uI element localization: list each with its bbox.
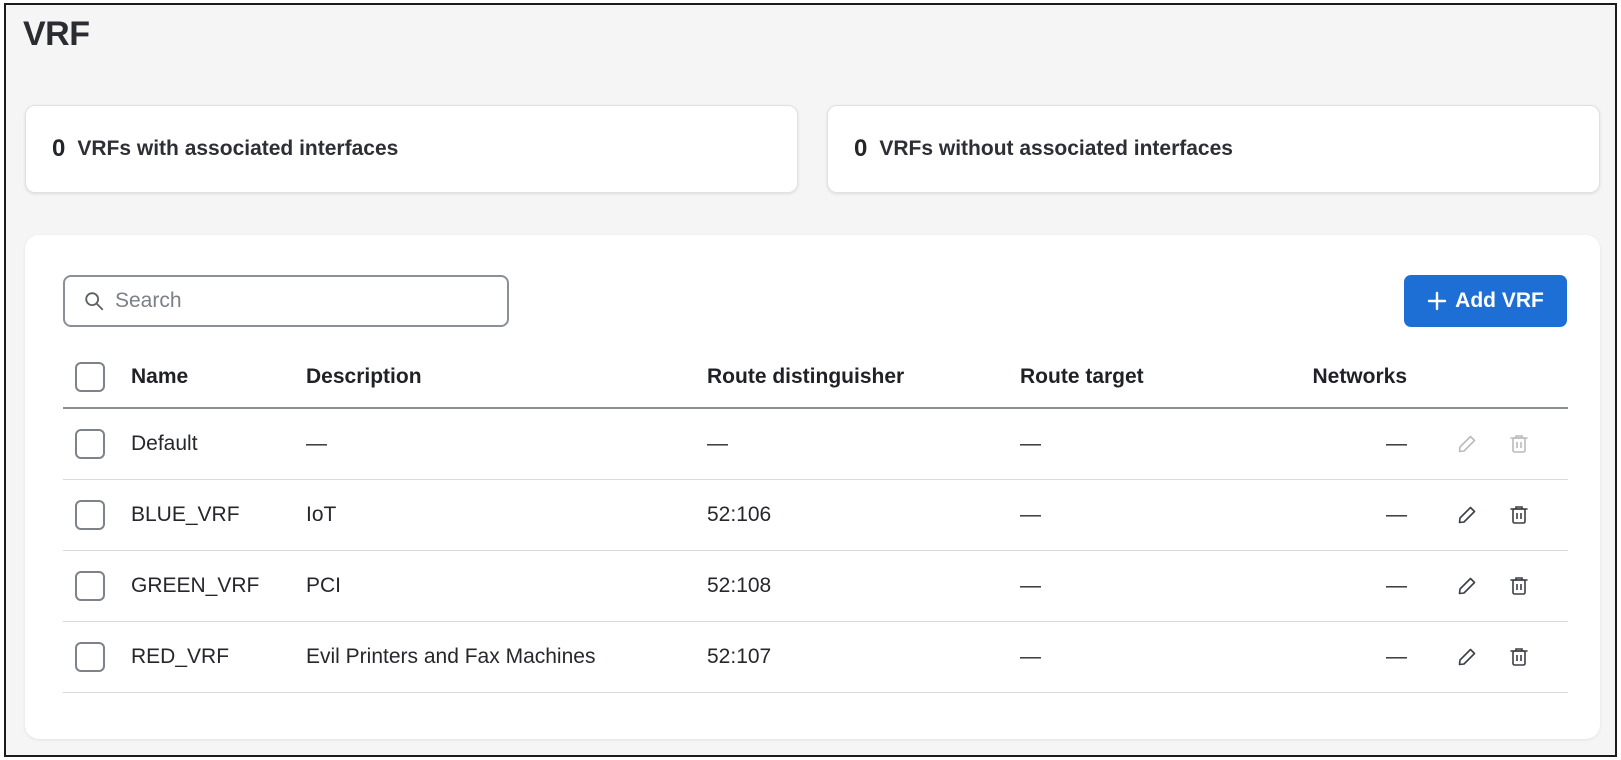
table-row[interactable]: Default — — — — [63, 409, 1568, 480]
row-checkbox[interactable] [75, 642, 105, 672]
cell-networks: — [1386, 645, 1407, 668]
add-vrf-label: Add VRF [1455, 289, 1544, 312]
table-row[interactable]: BLUE_VRF IoT 52:106 — — [63, 480, 1568, 551]
trash-icon[interactable] [1507, 503, 1531, 527]
search-input[interactable] [115, 289, 495, 313]
plus-icon [1427, 291, 1447, 311]
select-all-checkbox[interactable] [75, 362, 105, 392]
cell-name: RED_VRF [131, 645, 230, 668]
stat-label: VRFs without associated interfaces [879, 137, 1233, 160]
table-row[interactable]: GREEN_VRF PCI 52:108 — — [63, 551, 1568, 622]
cell-networks: — [1386, 432, 1407, 455]
cell-route-target: — [1020, 645, 1041, 668]
column-header-route-distinguisher[interactable]: Route distinguisher [707, 347, 904, 407]
stat-card-without-interfaces: 0 VRFs without associated interfaces [827, 105, 1600, 193]
cell-description: PCI [306, 574, 342, 597]
cell-description: — [306, 432, 327, 455]
column-header-networks[interactable]: Networks [1301, 347, 1407, 407]
stat-label: VRFs with associated interfaces [77, 137, 399, 160]
table-row[interactable]: RED_VRF Evil Printers and Fax Machines 5… [63, 622, 1568, 693]
row-checkbox[interactable] [75, 500, 105, 530]
pencil-icon[interactable] [1455, 503, 1479, 527]
row-checkbox[interactable] [75, 429, 105, 459]
vrf-table: Name Description Route distinguisher Rou… [63, 347, 1568, 693]
row-checkbox[interactable] [75, 571, 105, 601]
table-header-row: Name Description Route distinguisher Rou… [63, 347, 1568, 409]
cell-networks: — [1386, 574, 1407, 597]
cell-route-distinguisher: — [707, 432, 728, 455]
search-icon [85, 292, 104, 311]
column-header-name[interactable]: Name [131, 347, 188, 407]
cell-description: Evil Printers and Fax Machines [306, 645, 596, 668]
search-box[interactable] [63, 275, 509, 327]
cell-route-distinguisher: 52:108 [707, 574, 772, 597]
add-vrf-button[interactable]: Add VRF [1404, 275, 1567, 327]
trash-icon[interactable] [1507, 574, 1531, 598]
trash-icon[interactable] [1507, 645, 1531, 669]
cell-name: GREEN_VRF [131, 574, 260, 597]
pencil-icon [1458, 435, 1476, 453]
pencil-icon[interactable] [1455, 574, 1479, 598]
column-header-route-target[interactable]: Route target [1020, 347, 1144, 407]
stat-count: 0 [854, 135, 868, 162]
cell-route-distinguisher: 52:107 [707, 645, 772, 668]
stat-count: 0 [52, 135, 66, 162]
cell-name: BLUE_VRF [131, 503, 240, 526]
cell-description: IoT [306, 503, 337, 526]
vrf-table-card: Add VRF Name Description Route distingui… [25, 235, 1600, 739]
cell-name: Default [131, 432, 198, 455]
cell-route-target: — [1020, 574, 1041, 597]
pencil-icon[interactable] [1455, 645, 1479, 669]
cell-route-target: — [1020, 432, 1041, 455]
cell-route-distinguisher: 52:106 [707, 503, 772, 526]
vrf-page: VRF 0 VRFs with associated interfaces 0 … [4, 3, 1617, 757]
column-header-description[interactable]: Description [306, 347, 422, 407]
cell-route-target: — [1020, 503, 1041, 526]
cell-networks: — [1386, 503, 1407, 526]
stat-card-with-interfaces: 0 VRFs with associated interfaces [25, 105, 798, 193]
page-title: VRF [23, 15, 90, 53]
trash-icon [1510, 435, 1528, 453]
